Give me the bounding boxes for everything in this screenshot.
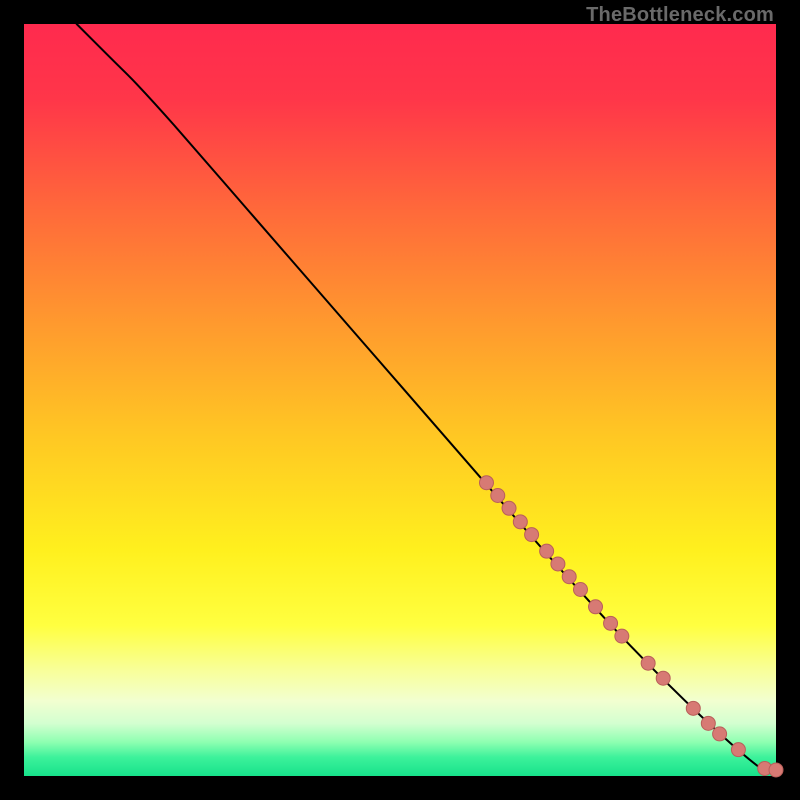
bottleneck-curve — [77, 24, 776, 773]
data-point — [656, 671, 670, 685]
data-point — [562, 570, 576, 584]
data-point — [615, 629, 629, 643]
chart-stage: TheBottleneck.com — [0, 0, 800, 800]
chart-overlay — [24, 24, 776, 776]
data-point — [731, 743, 745, 757]
data-markers — [479, 476, 783, 777]
data-point — [491, 489, 505, 503]
data-point — [551, 557, 565, 571]
data-point — [540, 544, 554, 558]
watermark-text: TheBottleneck.com — [586, 4, 774, 27]
data-point — [589, 600, 603, 614]
data-point — [604, 616, 618, 630]
data-point — [641, 656, 655, 670]
data-point — [573, 583, 587, 597]
data-point — [686, 701, 700, 715]
data-point — [713, 727, 727, 741]
data-point — [701, 716, 715, 730]
data-point — [525, 528, 539, 542]
data-point — [502, 501, 516, 515]
data-point — [479, 476, 493, 490]
data-point — [769, 763, 783, 777]
data-point — [513, 515, 527, 529]
plot-area — [24, 24, 776, 776]
